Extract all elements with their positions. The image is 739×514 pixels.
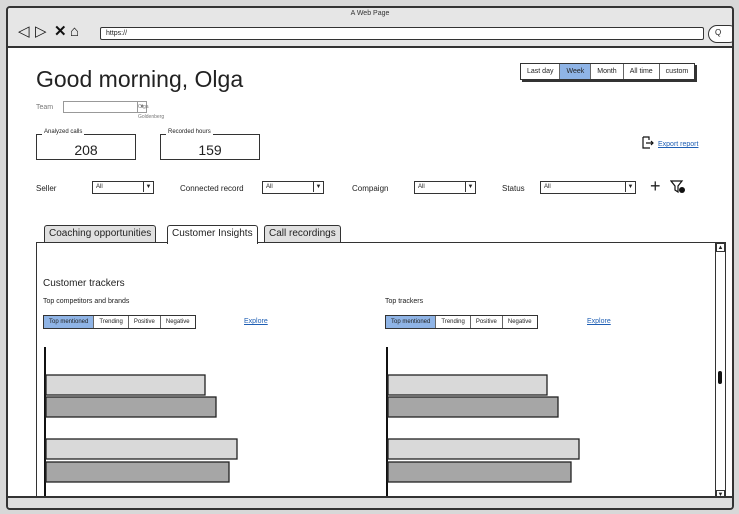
bar — [387, 461, 572, 483]
segment-button[interactable]: Top mentioned — [44, 316, 95, 328]
bar — [387, 438, 580, 460]
home-icon[interactable]: ⌂ — [70, 24, 79, 40]
scroll-up-icon[interactable]: ▲ — [716, 243, 725, 252]
segment-control: Top mentioned Trending Positive Negative — [385, 315, 538, 329]
compaign-value: All — [418, 184, 425, 190]
vertical-scrollbar[interactable]: ▲ ▼ — [715, 243, 725, 499]
connected-record-label: Connected record — [180, 184, 244, 193]
forward-icon[interactable]: ▷ — [35, 24, 47, 40]
window-title: A Web Page — [350, 10, 390, 17]
bar — [45, 438, 238, 460]
url-input[interactable]: https:// — [100, 27, 704, 40]
tab-call-recordings[interactable]: Call recordings — [264, 225, 341, 242]
search-icon: Q — [715, 28, 722, 37]
segment-button[interactable]: Positive — [128, 316, 161, 328]
trackers-bar-chart — [386, 347, 608, 501]
time-range-selector: Last day Week Month All time custom — [520, 63, 696, 80]
range-button[interactable]: Week — [560, 64, 592, 79]
team-select[interactable]: Olga Goldenberg ▼ — [63, 101, 164, 120]
segment-button[interactable]: Top mentioned — [386, 316, 437, 328]
analyzed-calls-card: Analyzed calls 208 — [36, 129, 136, 160]
page-title: Good morning, Olga — [36, 66, 244, 92]
bar — [387, 396, 559, 418]
seller-select[interactable]: All ▼ — [92, 181, 154, 194]
export-icon[interactable] — [641, 136, 654, 149]
add-filter-icon[interactable]: + — [650, 176, 661, 197]
customer-insights-panel: Customer trackers Top competitors and br… — [36, 242, 726, 501]
filter-settings-icon[interactable] — [670, 180, 686, 194]
range-button[interactable]: All time — [623, 64, 660, 79]
horizontal-scrollbar[interactable] — [8, 496, 732, 508]
segment-button[interactable]: Positive — [470, 316, 503, 328]
seller-label: Seller — [36, 184, 57, 193]
stat-label: Analyzed calls — [42, 129, 85, 135]
panel-title: Top competitors and brands — [43, 298, 130, 305]
main-content: Good morning, Olga Last day Week Month All … — [8, 48, 732, 501]
recorded-hours-card: Recorded hours 159 — [160, 129, 260, 160]
segment-button[interactable]: Trending — [94, 316, 129, 328]
stat-value: 208 — [74, 142, 98, 158]
compaign-select[interactable]: All ▼ — [414, 181, 476, 194]
status-value: All — [544, 184, 551, 190]
chevron-down-icon: ▼ — [143, 182, 153, 192]
team-label: Team — [36, 104, 54, 111]
bar — [45, 396, 217, 418]
section-title: Customer trackers — [43, 278, 125, 289]
status-select[interactable]: All ▼ — [540, 181, 636, 194]
range-button[interactable]: Last day — [521, 64, 561, 79]
segment-control: Top mentioned Trending Positive Negative — [43, 315, 196, 329]
scroll-thumb[interactable] — [718, 371, 722, 384]
bar — [387, 374, 548, 396]
segment-button[interactable]: Trending — [436, 316, 471, 328]
close-icon[interactable]: ✕ — [54, 24, 67, 40]
bar — [45, 374, 206, 396]
export-report-link[interactable]: Export report — [658, 141, 698, 148]
chevron-down-icon: ▼ — [137, 102, 146, 112]
range-button[interactable]: custom — [659, 64, 695, 79]
status-label: Status — [502, 184, 525, 193]
title-bar: A Web Page ◁ ▷ ✕ ⌂ https:// Q — [8, 8, 732, 48]
chevron-down-icon: ▼ — [313, 182, 323, 192]
connected-record-select[interactable]: All ▼ — [262, 181, 324, 194]
range-button[interactable]: Month — [591, 64, 624, 79]
connected-record-value: All — [266, 184, 273, 190]
explore-link[interactable]: Explore — [587, 318, 611, 325]
competitors-bar-chart — [44, 347, 266, 501]
chevron-down-icon: ▼ — [465, 182, 475, 192]
segment-button[interactable]: Negative — [160, 316, 195, 328]
back-icon[interactable]: ◁ — [18, 24, 30, 40]
tab-coaching-opportunities[interactable]: Coaching opportunities — [44, 225, 157, 242]
explore-link[interactable]: Explore — [244, 318, 268, 325]
panel-title: Top trackers — [385, 298, 424, 305]
search-input[interactable]: Q — [708, 25, 732, 43]
tab-customer-insights[interactable]: Customer Insights — [167, 225, 258, 244]
seller-value: All — [96, 184, 103, 190]
compaign-label: Compaign — [352, 184, 389, 193]
chevron-down-icon: ▼ — [625, 182, 635, 192]
stat-value: 159 — [198, 142, 222, 158]
stat-label: Recorded hours — [166, 129, 213, 135]
bar — [45, 461, 230, 483]
browser-window: A Web Page ◁ ▷ ✕ ⌂ https:// Q Good morni… — [6, 6, 734, 510]
segment-button[interactable]: Negative — [502, 316, 537, 328]
